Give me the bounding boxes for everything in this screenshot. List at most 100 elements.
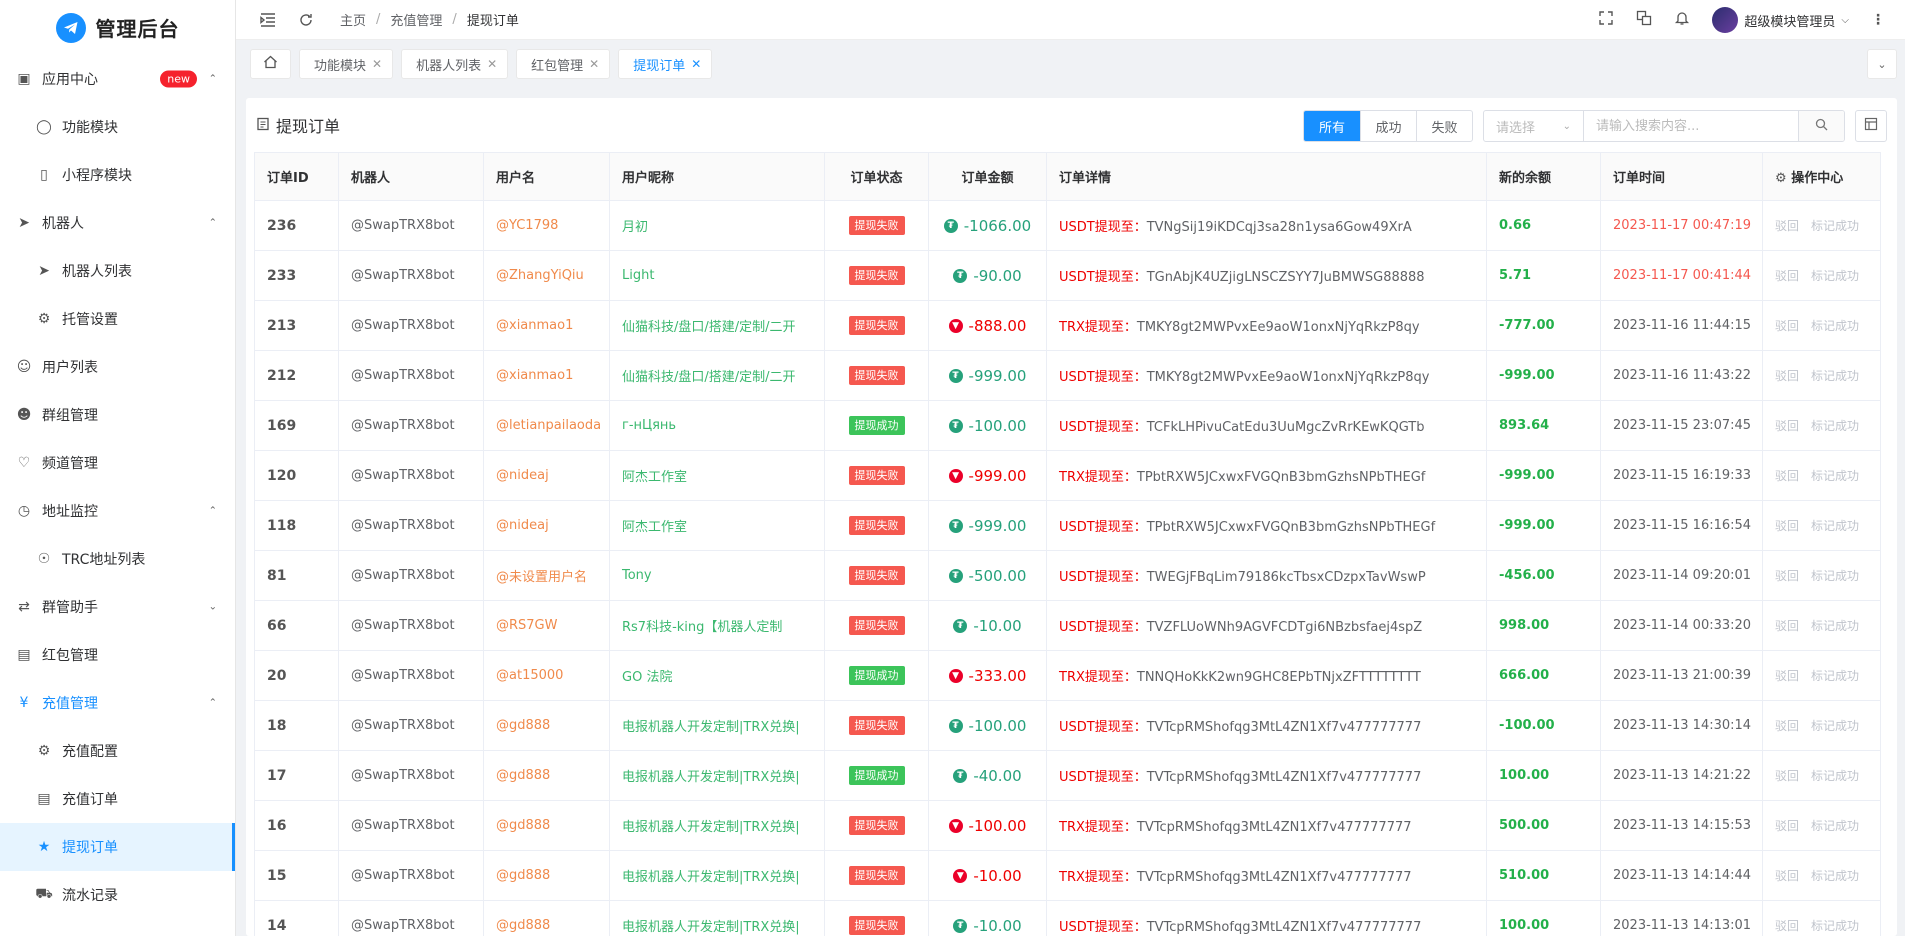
reject-button[interactable]: 驳回 (1775, 667, 1799, 684)
username-link[interactable]: @未设置用户名 (483, 550, 610, 601)
logo[interactable]: 管理后台 (0, 0, 235, 55)
username-link[interactable]: @gd888 (483, 900, 610, 936)
mark-success-button[interactable]: 标记成功 (1811, 717, 1859, 734)
table-row: 233 @SwapTRX8bot @ZhangYiQiu Light 提现失败 ₮ -90.… (254, 250, 1881, 301)
reject-button[interactable]: 驳回 (1775, 417, 1799, 434)
breadcrumb-home[interactable]: 主页 (340, 10, 366, 29)
detail-cell: USDT提现至：TVTcpRMShofqg3MtL4ZN1Xf7v4777777… (1046, 700, 1487, 751)
sidebar-item-1[interactable]: ◯ 功能模块 (0, 103, 235, 151)
filter-fail-button[interactable]: 失败 (1416, 111, 1472, 141)
breadcrumb-recharge[interactable]: 充值管理 (390, 10, 442, 29)
more-vertical-icon[interactable]: ⋮ (1871, 12, 1885, 28)
filter-success-button[interactable]: 成功 (1360, 111, 1416, 141)
mark-success-button[interactable]: 标记成功 (1811, 517, 1859, 534)
user-menu[interactable]: 超级模块管理员 ⌵ (1712, 7, 1849, 33)
table-row: 118 @SwapTRX8bot @nideaj 阿杰工作室 提现失败 ₮ -999.00 U… (254, 500, 1881, 551)
reject-button[interactable]: 驳回 (1775, 567, 1799, 584)
sidebar-item-14[interactable]: ⚙ 充值配置 (0, 727, 235, 775)
sidebar-item-10[interactable]: ☉ TRC地址列表 (0, 535, 235, 583)
sidebar-item-15[interactable]: ▤ 充值订单 (0, 775, 235, 823)
mark-success-button[interactable]: 标记成功 (1811, 767, 1859, 784)
close-icon[interactable]: ✕ (372, 57, 382, 71)
fullscreen-icon[interactable] (1598, 10, 1614, 30)
reject-button[interactable]: 驳回 (1775, 817, 1799, 834)
sidebar-item-8[interactable]: ♡ 频道管理 (0, 439, 235, 487)
username-link[interactable]: @ZhangYiQiu (483, 250, 610, 301)
username-link[interactable]: @gd888 (483, 850, 610, 901)
reject-button[interactable]: 驳回 (1775, 217, 1799, 234)
username-link[interactable]: @nideaj (483, 500, 610, 551)
username-link[interactable]: @at15000 (483, 650, 610, 701)
username-link[interactable]: @xianmao1 (483, 350, 610, 401)
mark-success-button[interactable]: 标记成功 (1811, 567, 1859, 584)
reject-button[interactable]: 驳回 (1775, 717, 1799, 734)
mark-success-button[interactable]: 标记成功 (1811, 267, 1859, 284)
heart-icon: ♡ (17, 455, 31, 471)
mark-success-button[interactable]: 标记成功 (1811, 317, 1859, 334)
sidebar-item-6[interactable]: ☺ 用户列表 (0, 343, 235, 391)
sidebar-item-7[interactable]: ☻ 群组管理 (0, 391, 235, 439)
tab-0[interactable]: 功能模块 ✕ (299, 49, 394, 79)
detail-label: USDT提现至： (1059, 570, 1147, 585)
filter-all-button[interactable]: 所有 (1304, 111, 1360, 141)
refresh-icon[interactable] (296, 10, 316, 30)
close-icon[interactable]: ✕ (487, 57, 497, 71)
operations-cell: 驳回 标记成功 (1762, 650, 1881, 701)
tab-2[interactable]: 红包管理 ✕ (516, 49, 611, 79)
mark-success-button[interactable]: 标记成功 (1811, 217, 1859, 234)
mark-success-button[interactable]: 标记成功 (1811, 367, 1859, 384)
username-link[interactable]: @letianpailaoda (483, 400, 610, 451)
username-link[interactable]: @nideaj (483, 450, 610, 501)
reject-button[interactable]: 驳回 (1775, 517, 1799, 534)
tab-3[interactable]: 提现订单 ✕ (618, 49, 713, 79)
sidebar-item-9[interactable]: ◷ 地址监控 ⌃ (0, 487, 235, 535)
sidebar-item-17[interactable]: ⛟ 流水记录 (0, 871, 235, 919)
reject-button[interactable]: 驳回 (1775, 467, 1799, 484)
reject-button[interactable]: 驳回 (1775, 367, 1799, 384)
sidebar-item-3[interactable]: ➤ 机器人 ⌃ (0, 199, 235, 247)
mark-success-button[interactable]: 标记成功 (1811, 667, 1859, 684)
sidebar-item-5[interactable]: ⚙ 托管设置 (0, 295, 235, 343)
reject-button[interactable]: 驳回 (1775, 917, 1799, 934)
tabs-dropdown-button[interactable]: ⌄ (1867, 49, 1897, 79)
search-input[interactable] (1584, 111, 1798, 141)
username-link[interactable]: @gd888 (483, 750, 610, 801)
reject-button[interactable]: 驳回 (1775, 317, 1799, 334)
sidebar-item-11[interactable]: ⇄ 群管助手 ⌄ (0, 583, 235, 631)
sidebar-item-4[interactable]: ➤ 机器人列表 (0, 247, 235, 295)
collapse-menu-icon[interactable] (258, 10, 278, 30)
reject-button[interactable]: 驳回 (1775, 767, 1799, 784)
username-link[interactable]: @gd888 (483, 800, 610, 851)
sidebar-item-16[interactable]: ★ 提现订单 (0, 823, 235, 871)
nickname: GO 法院 (609, 650, 825, 701)
bell-icon[interactable] (1674, 10, 1690, 30)
username-link[interactable]: @xianmao1 (483, 300, 610, 351)
close-icon[interactable]: ✕ (589, 57, 599, 71)
sidebar-item-2[interactable]: ▯ 小程序模块 (0, 151, 235, 199)
mark-success-button[interactable]: 标记成功 (1811, 917, 1859, 934)
mark-success-button[interactable]: 标记成功 (1811, 817, 1859, 834)
close-icon[interactable]: ✕ (691, 57, 701, 71)
reject-button[interactable]: 驳回 (1775, 267, 1799, 284)
sidebar-item-0[interactable]: ▣ 应用中心 new ⌃ (0, 55, 235, 103)
bot-name: @SwapTRX8bot (338, 400, 484, 451)
column-settings-button[interactable] (1855, 110, 1887, 142)
reject-button[interactable]: 驳回 (1775, 867, 1799, 884)
mark-success-button[interactable]: 标记成功 (1811, 417, 1859, 434)
field-select[interactable]: 请选择 ⌄ (1484, 111, 1584, 141)
sidebar-item-12[interactable]: ▤ 红包管理 (0, 631, 235, 679)
username-link[interactable]: @YC1798 (483, 200, 610, 251)
tab-home[interactable] (250, 49, 291, 79)
mark-success-button[interactable]: 标记成功 (1811, 617, 1859, 634)
mark-success-button[interactable]: 标记成功 (1811, 467, 1859, 484)
translate-icon[interactable] (1636, 10, 1652, 30)
username-link[interactable]: @gd888 (483, 700, 610, 751)
sidebar-item-13[interactable]: ¥ 充值管理 ⌃ (0, 679, 235, 727)
search-button[interactable] (1798, 111, 1844, 141)
mark-success-button[interactable]: 标记成功 (1811, 867, 1859, 884)
detail-label: USDT提现至： (1059, 370, 1147, 385)
tab-1[interactable]: 机器人列表 ✕ (401, 49, 509, 79)
reject-button[interactable]: 驳回 (1775, 617, 1799, 634)
bot-name: @SwapTRX8bot (338, 550, 484, 601)
username-link[interactable]: @RS7GW (483, 600, 610, 651)
